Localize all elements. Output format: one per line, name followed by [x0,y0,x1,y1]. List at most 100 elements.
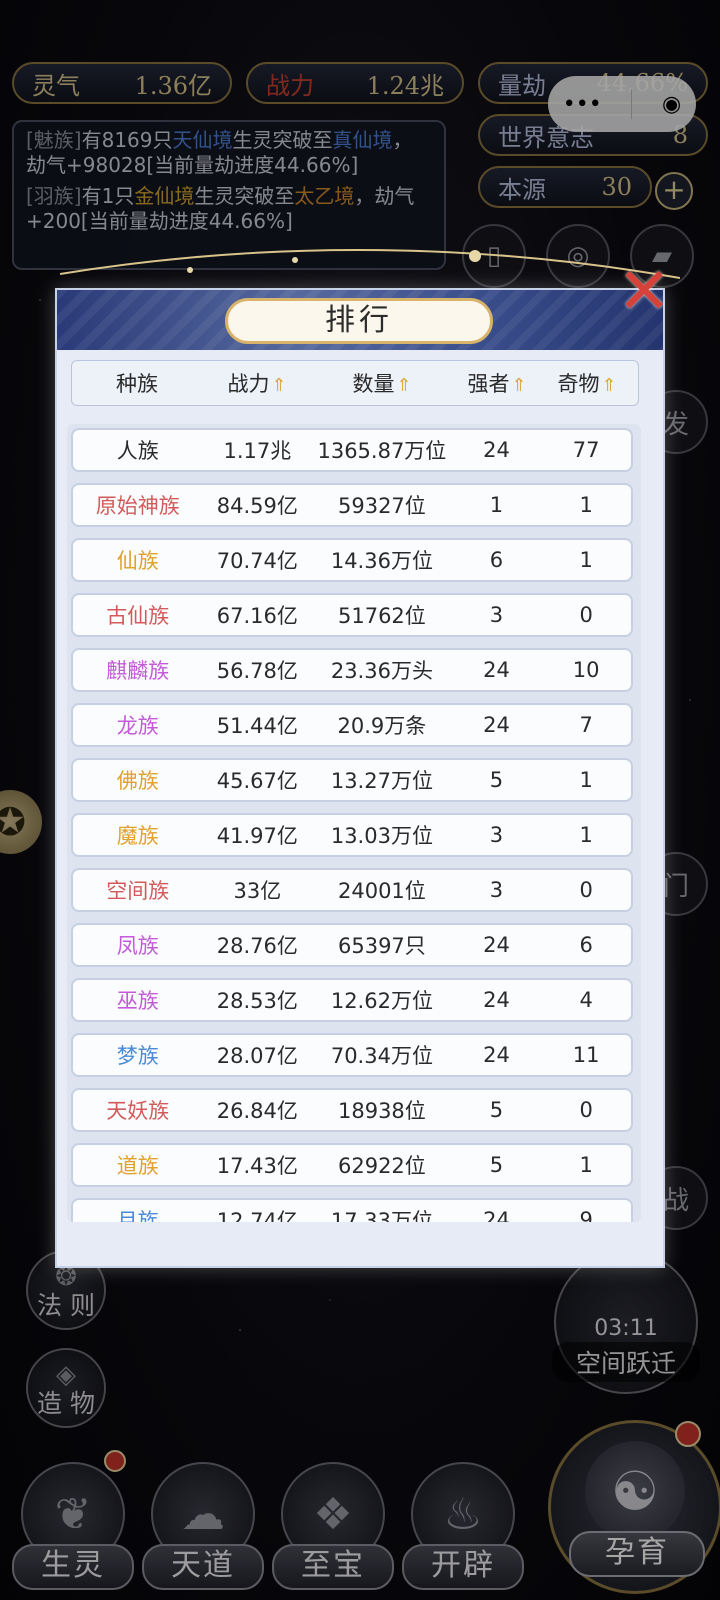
rare-cell: 1 [579,1153,593,1177]
rare-cell: 1 [579,548,593,572]
strong-cell: 6 [489,548,504,572]
header-label: 奇物 [557,372,600,396]
rare-cell: 9 [579,1208,593,1222]
table-row[interactable]: 仙族 70.74亿 14.36万位 6 1 [71,538,633,582]
power-cell: 28.07亿 [216,1044,298,1068]
race-cell: 巫族 [116,989,159,1013]
sort-arrow-icon[interactable]: ⇑ [396,375,411,396]
count-cell: 18938位 [337,1099,426,1123]
strong-cell: 24 [483,1043,510,1067]
header-power[interactable]: 战力 ⇑ [202,368,312,398]
race-cell: 魔族 [116,824,159,848]
header-rare[interactable]: 奇物 ⇑ [542,368,632,398]
power-cell: 17.43亿 [216,1154,298,1178]
count-cell: 1365.87万位 [317,439,447,463]
table-row[interactable]: 天妖族 26.84亿 18938位 5 0 [71,1088,633,1132]
race-cell: 月族 [116,1209,159,1222]
sort-arrow-icon[interactable]: ⇑ [511,375,526,396]
count-cell: 13.27万位 [330,769,433,793]
strong-cell: 24 [483,658,510,682]
modal-title: 排行 [225,298,493,344]
power-cell: 1.17兆 [223,439,292,463]
race-cell: 人族 [116,439,159,463]
race-cell: 古仙族 [106,604,170,628]
rare-cell: 11 [572,1043,600,1067]
ranking-list[interactable]: 人族 1.17兆 1365.87万位 24 77 原始神族 84.59亿 59327位 1 1 仙族… [67,424,641,1222]
count-cell: 17.33万位 [330,1209,433,1222]
strong-cell: 5 [489,768,504,792]
strong-cell: 24 [483,438,510,462]
power-cell: 56.78亿 [216,659,298,683]
table-row[interactable]: 古仙族 67.16亿 51762位 3 0 [71,593,633,637]
power-cell: 12.74亿 [216,1209,298,1222]
rare-cell: 1 [579,493,593,517]
table-row[interactable]: 麒麟族 56.78亿 23.36万头 24 10 [71,648,633,692]
count-cell: 24001位 [337,879,426,903]
close-icon[interactable]: ✕ [612,260,676,324]
table-row[interactable]: 梦族 28.07亿 70.34万位 24 11 [71,1033,633,1077]
rare-cell: 6 [579,933,593,957]
strong-cell: 1 [489,493,504,517]
strong-cell: 5 [489,1153,504,1177]
strong-cell: 24 [483,713,510,737]
power-cell: 28.76亿 [216,934,298,958]
strong-cell: 24 [483,933,510,957]
count-cell: 14.36万位 [330,549,433,573]
table-row[interactable]: 凤族 28.76亿 65397只 24 6 [71,923,633,967]
power-cell: 67.16亿 [216,604,298,628]
table-header: 种族 战力 ⇑ 数量 ⇑ 强者 ⇑ 奇物 ⇑ [71,360,639,406]
race-cell: 凤族 [116,934,159,958]
rare-cell: 1 [579,823,593,847]
strong-cell: 3 [489,878,504,902]
rare-cell: 1 [579,768,593,792]
table-row[interactable]: 人族 1.17兆 1365.87万位 24 77 [71,428,633,472]
rare-cell: 4 [579,988,593,1012]
power-cell: 70.74亿 [216,549,298,573]
count-cell: 20.9万条 [337,714,427,738]
rare-cell: 0 [579,603,593,627]
table-row[interactable]: 佛族 45.67亿 13.27万位 5 1 [71,758,633,802]
power-cell: 84.59亿 [216,494,298,518]
table-row[interactable]: 巫族 28.53亿 12.62万位 24 4 [71,978,633,1022]
ranking-modal: 排行 种族 战力 ⇑ 数量 ⇑ 强者 ⇑ 奇物 ⇑ 人族 1.17兆 1365.87万位 24… [55,288,665,1268]
rare-cell: 0 [579,1098,593,1122]
race-cell: 龙族 [116,714,159,738]
table-row[interactable]: 月族 12.74亿 17.33万位 24 9 [71,1198,633,1222]
race-cell: 梦族 [116,1044,159,1068]
count-cell: 62922位 [337,1154,426,1178]
rare-cell: 7 [579,713,593,737]
race-cell: 天妖族 [106,1099,170,1123]
power-cell: 45.67亿 [216,769,298,793]
sort-arrow-icon[interactable]: ⇑ [271,375,286,396]
power-cell: 26.84亿 [216,1099,298,1123]
power-cell: 51.44亿 [216,714,298,738]
count-cell: 59327位 [337,494,426,518]
table-row[interactable]: 原始神族 84.59亿 59327位 1 1 [71,483,633,527]
count-cell: 13.03万位 [330,824,433,848]
table-row[interactable]: 道族 17.43亿 62922位 5 1 [71,1143,633,1187]
strong-cell: 5 [489,1098,504,1122]
count-cell: 65397只 [337,934,426,958]
strong-cell: 24 [483,1208,510,1222]
rare-cell: 77 [572,438,600,462]
header-label: 战力 [227,372,270,396]
rare-cell: 0 [579,878,593,902]
table-row[interactable]: 魔族 41.97亿 13.03万位 3 1 [71,813,633,857]
race-cell: 佛族 [116,769,159,793]
race-cell: 原始神族 [95,494,180,518]
count-cell: 12.62万位 [330,989,433,1013]
race-cell: 仙族 [116,549,159,573]
header-label: 数量 [352,372,395,396]
table-row[interactable]: 龙族 51.44亿 20.9万条 24 7 [71,703,633,747]
sort-arrow-icon[interactable]: ⇑ [601,375,616,396]
header-race: 种族 [72,368,202,398]
count-cell: 51762位 [337,604,426,628]
strong-cell: 3 [489,823,504,847]
header-count[interactable]: 数量 ⇑ [312,368,452,398]
strong-cell: 3 [489,603,504,627]
rare-cell: 10 [572,658,600,682]
count-cell: 70.34万位 [330,1044,433,1068]
table-row[interactable]: 空间族 33亿 24001位 3 0 [71,868,633,912]
strong-cell: 24 [483,988,510,1012]
header-strong[interactable]: 强者 ⇑ [452,368,542,398]
